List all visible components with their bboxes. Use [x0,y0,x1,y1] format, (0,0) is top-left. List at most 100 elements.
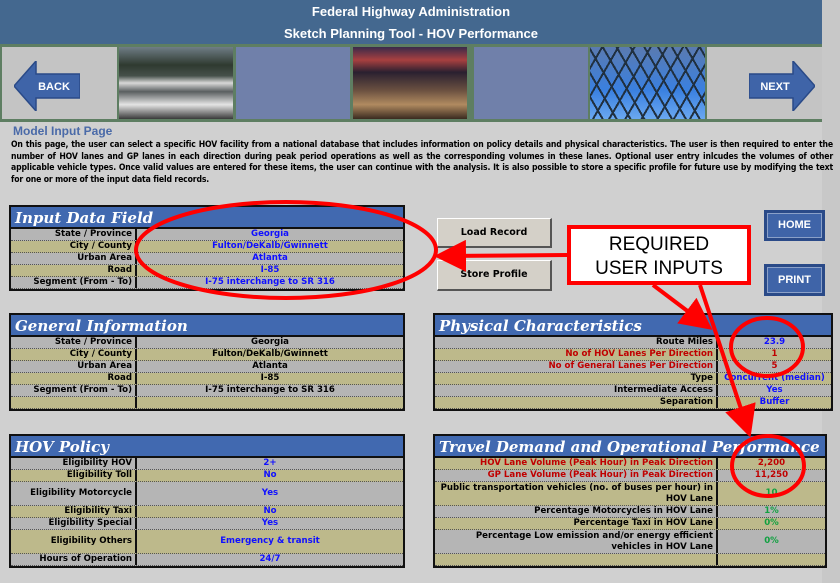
highway-photo [119,47,233,119]
field-label: State / Province [11,229,137,240]
field-value[interactable]: 10 [718,482,825,505]
required-inputs-callout: REQUIRED USER INPUTS [567,225,751,285]
field-label: Road [11,373,137,384]
agency-title: Federal Highway Administration [311,4,511,19]
field-value[interactable]: I-75 interchange to SR 316 [137,277,403,288]
table-row: Eligibility Motorcycle Yes [11,482,403,506]
structure-photo [590,47,705,119]
page-description: On this page, the user can select a spec… [11,140,833,185]
callout-line1: REQUIRED [608,234,710,255]
back-panel: BACK [2,47,117,119]
section-title: HOV Policy [11,436,403,458]
field-value[interactable]: Fulton/DeKalb/Gwinnett [137,241,403,252]
field-value[interactable]: I-85 [137,265,403,276]
travel-demand-table: Travel Demand and Operational Performanc… [433,434,827,568]
blank-panel [474,47,588,119]
field-value[interactable]: Buffer [718,397,831,408]
field-value: Yes [261,488,279,498]
table-row: City / County Fulton/DeKalb/Gwinnett [11,349,403,361]
store-profile-button[interactable]: Store Profile [437,260,552,291]
table-row: Public transportation vehicles (no. of b… [435,482,825,506]
table-row: Route Miles 23.9 [435,337,831,349]
field-value[interactable]: 1% [718,506,825,517]
field-label: Percentage Motorcycles in HOV Lane [435,506,718,517]
field-value[interactable]: 23.9 [718,337,831,348]
table-row: Percentage Motorcycles in HOV Lane 1% [435,506,825,518]
table-row [435,554,825,566]
table-row: Percentage Taxi in HOV Lane 0% [435,518,825,530]
table-row: State / Province Georgia [11,229,403,241]
table-row: State / Province Georgia [11,337,403,349]
next-label: NEXT [760,81,790,93]
field-value[interactable]: Yes [718,385,831,396]
field-value: No [263,506,277,516]
field-label: Eligibility Special [11,518,137,529]
section-title: Travel Demand and Operational Performanc… [435,436,825,458]
table-row: Percentage Low emission and/or energy ef… [435,530,825,554]
next-button[interactable]: NEXT [749,61,815,111]
field-label: Eligibility HOV [11,458,137,469]
field-value: Atlanta [252,361,288,371]
field-label: Segment (From - To) [11,385,137,396]
app-header: Federal Highway Administration Sketch Pl… [0,0,822,44]
field-value: 24/7 [259,554,281,564]
field-label: Separation [435,397,718,408]
field-value: I-75 interchange to SR 316 [205,385,335,395]
field-label: Eligibility Toll [11,470,137,481]
next-panel: NEXT [707,47,822,119]
field-label: Intermediate Access [435,385,718,396]
field-value[interactable]: 2,200 [718,458,825,469]
field-value[interactable]: 11,250 [718,470,825,481]
table-row: Eligibility Toll No [11,470,403,482]
field-value[interactable]: Georgia [137,229,403,240]
load-record-button[interactable]: Load Record [437,218,552,248]
field-value: No [263,470,277,480]
table-row: Hours of Operation 24/7 [11,554,403,566]
back-button[interactable]: BACK [14,61,80,111]
table-row: Eligibility Special Yes [11,518,403,530]
field-value[interactable]: 1 [718,349,831,360]
field-label: Urban Area [11,253,137,264]
field-label: Segment (From - To) [11,277,137,288]
table-row: Road I-85 [11,265,403,277]
field-value: I-85 [260,373,280,383]
arrow-to-inputs [434,239,568,272]
table-row: Separation Buffer [435,397,831,409]
general-information-table: General Information State / Province Geo… [9,313,405,411]
field-value[interactable]: 0% [718,518,825,529]
callout-line2: USER INPUTS [595,258,723,279]
section-title: General Information [11,315,403,337]
interchange-photo [353,47,467,119]
field-label: City / County [11,349,137,360]
table-row: Urban Area Atlanta [11,361,403,373]
home-button[interactable]: HOME [764,210,825,241]
field-value[interactable]: Atlanta [137,253,403,264]
image-banner: BACK NEXT [0,44,822,122]
field-label: Route Miles [435,337,718,348]
field-value[interactable]: Concurrent (median) [718,373,831,384]
input-data-table: Input Data Field State / Province Georgi… [9,205,405,291]
table-row: No of General Lanes Per Direction 5 [435,361,831,373]
section-title: Physical Characteristics [435,315,831,337]
field-value [137,397,403,408]
page-title: Model Input Page [13,124,113,138]
table-row: Eligibility Taxi No [11,506,403,518]
table-row: Intermediate Access Yes [435,385,831,397]
blank-panel [236,47,350,119]
field-label: Eligibility Others [11,530,137,553]
field-label: No of General Lanes Per Direction [435,361,718,372]
field-value[interactable]: 0% [718,530,825,553]
field-label: Eligibility Taxi [11,506,137,517]
field-value[interactable]: 5 [718,361,831,372]
table-row: City / County Fulton/DeKalb/Gwinnett [11,241,403,253]
field-value: Emergency & transit [220,536,320,546]
field-label: No of HOV Lanes Per Direction [435,349,718,360]
table-row: Eligibility HOV 2+ [11,458,403,470]
field-value: Yes [261,518,279,528]
field-label: Hours of Operation [11,554,137,565]
field-label: Road [11,265,137,276]
field-label: City / County [11,241,137,252]
print-button[interactable]: PRINT [764,264,825,296]
field-label [435,554,718,565]
field-label: Eligibility Motorcycle [11,482,137,505]
